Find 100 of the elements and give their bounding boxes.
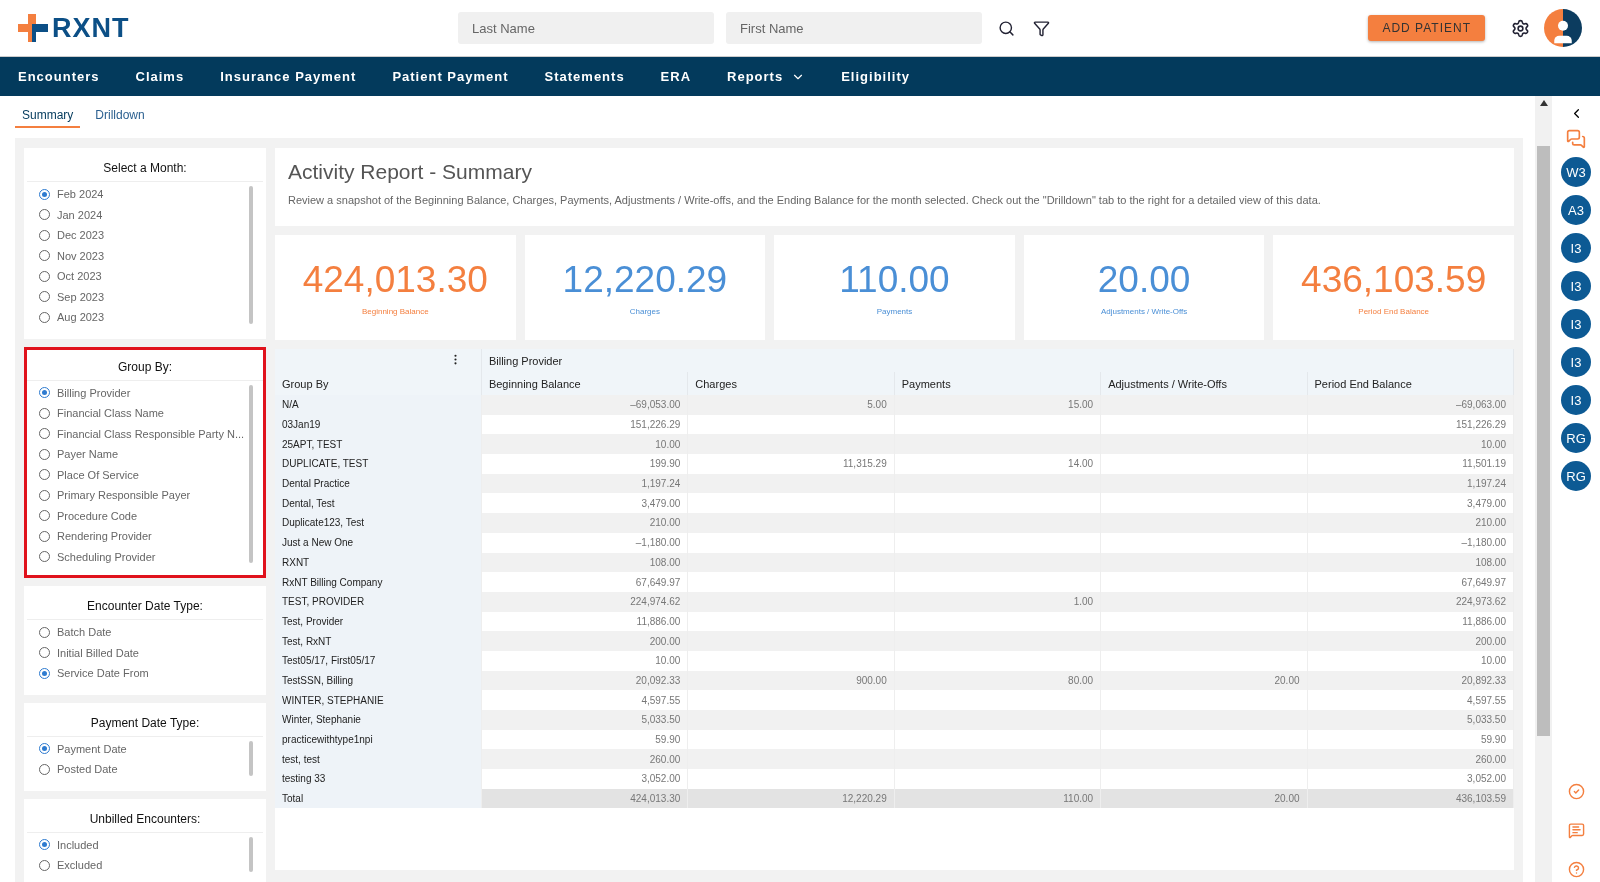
radio-option[interactable]: Nov 2023 [39, 245, 247, 266]
table-cell: 11,315.29 [687, 454, 895, 474]
radio-option[interactable]: Feb 2024 [39, 184, 247, 205]
radio-option[interactable]: Initial Billed Date [39, 642, 247, 663]
tab[interactable]: Summary [15, 104, 81, 128]
table-cell: 4,597.55 [481, 690, 688, 710]
table-cell: TestSSN, Billing [275, 670, 482, 691]
radio-option[interactable]: Dec 2023 [39, 225, 247, 246]
radio-option[interactable]: Service Date From [39, 663, 247, 684]
user-avatar[interactable] [1544, 9, 1582, 47]
column-header[interactable]: Payments [894, 372, 1101, 395]
report-description: Review a snapshot of the Beginning Balance, Charges, Payments, Adjustments / Write-offs, and the Ending Balance for the month selected. Check out the "Drilldown" tab to the right for a detailed view of this data. [288, 194, 1322, 206]
radio-option[interactable]: Payer Name [39, 444, 247, 465]
radio-option[interactable]: Jan 2024 [39, 204, 247, 225]
scrollbar[interactable] [249, 740, 253, 776]
user-badge[interactable]: I3 [1561, 309, 1591, 339]
user-badge[interactable]: A3 [1561, 195, 1591, 225]
table-cell: 14.00 [894, 454, 1101, 474]
table-cell: 11,501.19 [1307, 454, 1514, 474]
radio-option[interactable]: Place Of Service [39, 464, 247, 485]
table-cell: 199.90 [481, 454, 688, 474]
stat-value: 20.00 [1097, 259, 1191, 301]
user-badge[interactable]: I3 [1561, 347, 1591, 377]
radio-option[interactable]: Financial Class Name [39, 403, 247, 424]
check-circle-icon[interactable] [1567, 783, 1585, 800]
table-cell: 67,649.97 [1307, 572, 1514, 592]
table-cell: test, test [275, 749, 482, 770]
stat-value: 12,220.29 [562, 259, 728, 301]
scrollbar[interactable] [249, 384, 253, 563]
table-cell: –69,063.00 [1307, 395, 1514, 415]
table-cell: Duplicate123, Test [275, 513, 482, 533]
table-cell: 5.00 [687, 395, 895, 415]
table-cell: Test, RxNT [275, 631, 482, 651]
filter-title: Group By: [27, 351, 263, 381]
table-cell: 25APT, TEST [275, 434, 482, 455]
table-cell: 210.00 [481, 513, 688, 533]
column-header[interactable]: Period End Balance [1307, 372, 1514, 395]
column-header[interactable]: Group By [275, 372, 482, 395]
radio-option[interactable]: Financial Class Responsible Party N... [39, 423, 247, 444]
radio-option[interactable]: Rendering Provider [39, 526, 247, 547]
nav-item[interactable]: Reports [727, 69, 806, 84]
name-search-field[interactable]: First Name [726, 12, 982, 44]
user-badge[interactable]: W3 [1561, 157, 1591, 187]
scroll-up-icon[interactable] [1539, 100, 1548, 106]
radio-option[interactable]: Sep 2023 [39, 286, 247, 307]
scrollbar[interactable] [1537, 146, 1550, 736]
table-cell: 5,033.50 [481, 710, 688, 730]
table-cell: 3,052.00 [1307, 769, 1514, 789]
table-cell: N/A [275, 395, 482, 415]
radio-option[interactable]: Procedure Code [39, 505, 247, 526]
table-cell: 200.00 [1307, 631, 1514, 651]
add-patient-button[interactable]: ADD PATIENT [1368, 15, 1485, 41]
logo-text: RXNT [52, 12, 130, 44]
column-header[interactable]: Charges [687, 372, 895, 395]
radio-option[interactable]: Batch Date [39, 622, 247, 643]
table-cell: 67,649.97 [481, 572, 688, 592]
radio-option[interactable]: Oct 2023 [39, 266, 247, 287]
radio-option[interactable]: Primary Responsible Payer [39, 485, 247, 506]
nav-item[interactable]: ERA [660, 69, 692, 84]
table-cell: 10.00 [481, 434, 688, 455]
radio-option[interactable]: Included [39, 834, 247, 855]
stat-value: 424,013.30 [302, 259, 488, 301]
table-cell: testing 33 [275, 769, 482, 789]
scrollbar[interactable] [249, 186, 253, 324]
table-cell: 3,479.00 [1307, 493, 1514, 514]
user-badge[interactable]: I3 [1561, 271, 1591, 301]
nav-item[interactable]: Patient Payment [392, 69, 509, 84]
radio-option[interactable]: Posted Date [39, 759, 247, 780]
nav-item[interactable]: Insurance Payment [220, 69, 357, 84]
column-header[interactable]: Beginning Balance [481, 372, 688, 395]
help-icon[interactable] [1567, 861, 1585, 878]
nav-item[interactable]: Encounters [18, 69, 100, 84]
user-badge[interactable]: RG [1561, 461, 1591, 491]
table-cell: 4,597.55 [1307, 690, 1514, 710]
tab[interactable]: Drilldown [88, 104, 152, 128]
stat-value: 110.00 [839, 259, 950, 301]
user-badge[interactable]: I3 [1561, 233, 1591, 263]
column-header[interactable]: Adjustments / Write-Offs [1100, 372, 1308, 395]
radio-option[interactable]: Billing Provider [39, 382, 247, 403]
table-cell: 210.00 [1307, 513, 1514, 533]
radio-option[interactable]: Aug 2023 [39, 307, 247, 328]
table-cell: 15.00 [894, 395, 1101, 415]
message-icon[interactable] [1567, 822, 1585, 839]
filter-title: Unbilled Encounters: [27, 803, 263, 833]
table-cell: 03Jan19 [275, 414, 482, 435]
table-cell: 3,479.00 [481, 493, 688, 514]
nav-item[interactable]: Statements [544, 69, 625, 84]
user-badge[interactable]: I3 [1561, 385, 1591, 415]
nav-item[interactable]: Eligibility [841, 69, 910, 84]
table-cell: Just a New One [275, 532, 482, 553]
scrollbar[interactable] [249, 836, 253, 872]
name-search-field[interactable]: Last Name [458, 12, 714, 44]
radio-option[interactable]: Payment Date [39, 738, 247, 759]
radio-option[interactable]: Scheduling Provider [39, 546, 247, 567]
table-cell: Dental Practice [275, 473, 482, 494]
table-cell: WINTER, STEPHANIE [275, 690, 482, 710]
chat-icon[interactable] [1566, 129, 1586, 149]
user-badge[interactable]: RG [1561, 423, 1591, 453]
nav-item[interactable]: Claims [135, 69, 185, 84]
radio-option[interactable]: Excluded [39, 855, 247, 876]
